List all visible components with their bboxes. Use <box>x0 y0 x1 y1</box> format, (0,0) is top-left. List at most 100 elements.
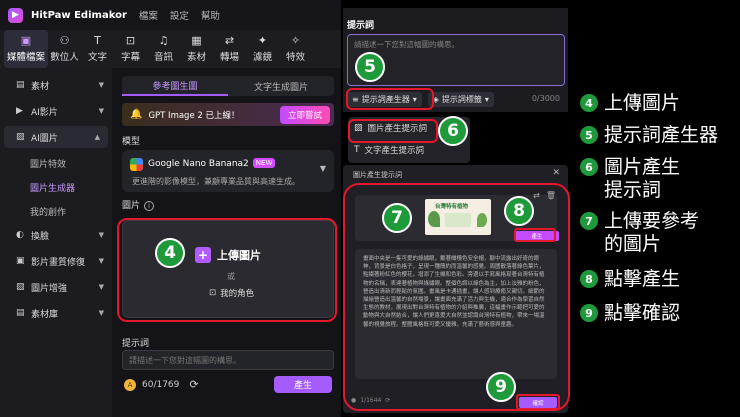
close-icon[interactable]: ✕ <box>552 168 560 178</box>
chevron-up-icon: ▲ <box>94 133 100 141</box>
step-badge-7: 7 <box>382 203 412 233</box>
sidebar-item-video-repair[interactable]: ▣ 影片畫質修復 ▼ <box>0 250 112 272</box>
prompt-panel-title: 提示詞 <box>347 21 375 31</box>
image-label: 圖片 i <box>122 198 155 211</box>
chevron-down-icon: ▼ <box>98 81 104 89</box>
highlight-confirm <box>516 394 560 410</box>
prompt-input[interactable]: 請描述一下您對這幅圖的構思。 <box>122 350 334 370</box>
legend-step-4: 4 上傳圖片 <box>580 92 680 115</box>
legend-step-7: 7 上傳要參考 的圖片 <box>580 210 699 256</box>
menu-settings[interactable]: 設定 <box>170 8 189 22</box>
app-logo-icon: ▶ <box>8 7 23 23</box>
tool-avatar[interactable]: ⚇ 數位人 <box>48 30 81 68</box>
step-badge-9: 9 <box>486 372 516 402</box>
step-badge-8: 8 <box>504 196 534 226</box>
avatar-icon: ⚇ <box>59 34 70 47</box>
banner-text: GPT Image 2 已上線！ <box>148 110 240 121</box>
sidebar-item-image-enhance[interactable]: ▧ 圖片增強 ▼ <box>0 276 112 298</box>
menu-file[interactable]: 檔案 <box>139 8 158 22</box>
ai-video-icon: ▶ <box>16 106 23 116</box>
coin-icon: A <box>124 378 136 391</box>
promo-banner: 🔔 GPT Image 2 已上線！ 立即嘗試 <box>122 103 334 126</box>
dialog-title: 圖片產生提示詞 <box>353 171 402 179</box>
tab-image-to-image[interactable]: 參考圖生圖 <box>122 76 228 96</box>
tool-material[interactable]: ▦ 素材 <box>180 30 213 68</box>
left-sidebar: ▤ 素材 ▼ ▶ AI影片 ▼ ▨ AI圖片 ▲ 圖片特效 圖片生成器 我的創作 ◐ 換臉 ▼ … <box>0 68 112 417</box>
tutorial-screenshot: ▶ HitPaw Edimakor 檔案 設定 幫助 ▣ 媒體檔案 ⚇ 數位人 T文… <box>0 0 740 417</box>
credits: A 60/1769 ⟳ <box>124 378 199 391</box>
legend-step-6: 6 圖片產生 提示詞 <box>580 156 680 202</box>
new-badge: NEW <box>252 158 276 168</box>
music-icon: ♫ <box>158 34 169 47</box>
chevron-down-icon: ▼ <box>98 107 104 115</box>
step-badge-5: 5 <box>355 52 385 82</box>
ai-image-icon: ▨ <box>16 132 25 142</box>
prompt-label: 提示詞 <box>122 339 150 349</box>
highlight-upload <box>117 218 337 322</box>
bell-icon: 🔔 <box>130 109 143 120</box>
tool-text[interactable]: T 文字 <box>81 30 114 68</box>
top-toolbar: ▣ 媒體檔案 ⚇ 數位人 T 文字 ⊡ 字幕 ♫ 音訊 ▦ 素材 ⇄ 轉場 ✦ 濾鏡 ✧ 特效 <box>0 30 341 68</box>
effect-icon: ✧ <box>290 34 301 47</box>
chevron-down-icon: ▼ <box>98 257 104 265</box>
chevron-down-icon: ▼ <box>98 283 104 291</box>
text-icon: T <box>94 34 101 47</box>
chevron-down-icon: ▾ <box>484 95 489 104</box>
title-bar: ▶ HitPaw Edimakor 檔案 設定 幫助 <box>0 0 341 30</box>
tab-text-to-image[interactable]: 文字生成圖片 <box>228 76 334 96</box>
model-label: 模型 <box>122 137 141 147</box>
chevron-down-icon: ▼ <box>319 164 326 173</box>
media-icon: ▣ <box>20 34 32 47</box>
step-badge-6: 6 <box>438 116 468 146</box>
material-library-icon: ▤ <box>16 308 25 318</box>
chevron-down-icon: ▼ <box>98 231 104 239</box>
material-icon: ▦ <box>191 34 202 47</box>
tool-effect[interactable]: ✧ 特效 <box>279 30 312 68</box>
credit-count: 60/1769 <box>142 379 180 390</box>
highlight-prompt-generator <box>346 88 434 110</box>
transition-icon: ⇄ <box>224 34 235 47</box>
sidebar-item-ai-image[interactable]: ▨ AI圖片 ▲ <box>4 126 108 148</box>
video-repair-icon: ▣ <box>16 256 25 266</box>
caption-icon: ⊡ <box>125 34 136 47</box>
step-badge-4: 4 <box>155 238 185 268</box>
filter-icon: ✦ <box>257 34 268 47</box>
menu-help[interactable]: 幫助 <box>201 8 220 22</box>
edimakor-window: ▶ HitPaw Edimakor 檔案 設定 幫助 ▣ 媒體檔案 ⚇ 數位人 T文… <box>0 0 341 417</box>
sidebar-item-material-library[interactable]: ▤ 素材庫 ▼ <box>0 302 112 324</box>
char-count: 0/3000 <box>531 94 560 103</box>
tool-media[interactable]: ▣ 媒體檔案 <box>4 30 48 68</box>
tool-caption[interactable]: ⊡ 字幕 <box>114 30 147 68</box>
google-logo-icon <box>130 158 143 171</box>
chevron-down-icon: ▼ <box>98 309 104 317</box>
model-selector[interactable]: Google Nano Banana2 NEW 更進階的影像模型，兼顧專業品質與高… <box>122 150 334 192</box>
legend-step-9: 9 點擊確認 <box>580 302 680 325</box>
prompt-tags-button[interactable]: ◈ 提示詞標籤 ▾ <box>427 92 494 107</box>
generate-button[interactable]: 產生 <box>274 376 332 393</box>
sidebar-item-ai-video[interactable]: ▶ AI影片 ▼ <box>0 100 112 122</box>
image-enhance-icon: ▧ <box>16 282 25 292</box>
tool-transition[interactable]: ⇄ 轉場 <box>213 30 246 68</box>
tool-filter[interactable]: ✦ 濾鏡 <box>246 30 279 68</box>
material-icon: ▤ <box>16 80 25 90</box>
face-swap-icon: ◐ <box>16 230 24 240</box>
highlight-dialog <box>343 183 570 411</box>
info-icon[interactable]: i <box>144 201 155 211</box>
sidebar-item-face-swap[interactable]: ◐ 換臉 ▼ <box>0 224 112 246</box>
tool-audio[interactable]: ♫ 音訊 <box>147 30 180 68</box>
sidebar-sub-image-generator[interactable]: 圖片生成器 <box>0 176 112 198</box>
legend-step-8: 8 點擊產生 <box>580 268 680 291</box>
legend-step-5: 5 提示詞產生器 <box>580 124 718 147</box>
sidebar-sub-image-effects[interactable]: 圖片特效 <box>0 152 112 174</box>
try-now-button[interactable]: 立即嘗試 <box>279 105 330 124</box>
highlight-image-to-prompt <box>348 119 438 143</box>
model-description: 更進階的影像模型，兼顧專業品質與高速生成。 <box>132 177 300 186</box>
sidebar-item-material[interactable]: ▤ 素材 ▼ <box>0 74 112 96</box>
refresh-icon[interactable]: ⟳ <box>189 378 198 391</box>
mode-tabs: 參考圖生圖 文字生成圖片 <box>122 76 334 96</box>
highlight-generate <box>514 228 556 242</box>
model-name: Google Nano Banana2 NEW <box>148 158 276 169</box>
sidebar-sub-my-creations[interactable]: 我的創作 <box>0 200 112 222</box>
app-name: HitPaw Edimakor <box>31 9 127 21</box>
text-icon: T <box>354 145 360 155</box>
